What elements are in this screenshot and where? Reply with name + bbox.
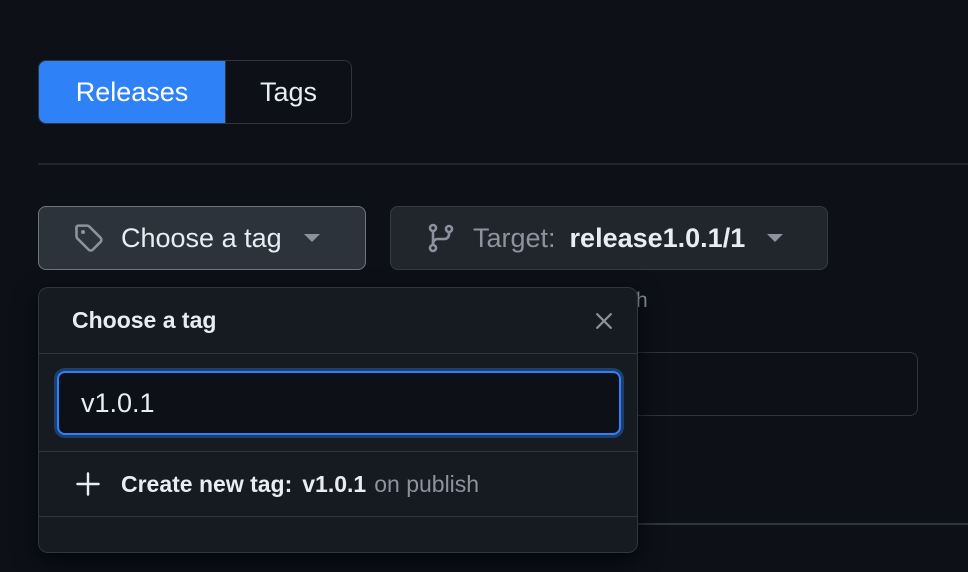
popover-filter bbox=[39, 354, 637, 452]
tab-tags[interactable]: Tags bbox=[225, 61, 351, 123]
chevron-down-icon bbox=[767, 234, 784, 242]
choose-tag-button[interactable]: Choose a tag bbox=[38, 206, 366, 270]
release-title-input[interactable] bbox=[600, 352, 918, 416]
section-divider bbox=[38, 163, 968, 165]
git-branch-icon bbox=[425, 222, 457, 254]
tag-icon bbox=[73, 222, 105, 254]
close-icon[interactable] bbox=[591, 308, 617, 334]
form-divider bbox=[636, 523, 968, 525]
target-prefix: Target: bbox=[473, 222, 556, 253]
popover-title: Choose a tag bbox=[72, 307, 217, 333]
release-tag-toggle: Releases Tags bbox=[38, 60, 352, 124]
plus-icon bbox=[75, 471, 101, 497]
choose-tag-popover: Choose a tag Create new tag: v1.0.1 on p… bbox=[38, 287, 638, 553]
chevron-down-icon bbox=[303, 234, 320, 242]
create-tag-suffix: on publish bbox=[374, 470, 480, 497]
create-tag-name: v1.0.1 bbox=[302, 470, 367, 497]
choose-tag-label: Choose a tag bbox=[121, 222, 282, 253]
popover-header: Choose a tag bbox=[39, 288, 637, 354]
create-new-tag-item[interactable]: Create new tag: v1.0.1 on publish bbox=[39, 452, 637, 517]
tab-releases[interactable]: Releases bbox=[39, 61, 225, 123]
tag-filter-input[interactable] bbox=[57, 371, 621, 435]
target-branch-value: release1.0.1/1 bbox=[569, 222, 746, 253]
target-branch-button[interactable]: Target: release1.0.1/1 bbox=[390, 206, 828, 270]
create-tag-prefix: Create new tag: bbox=[121, 470, 293, 497]
